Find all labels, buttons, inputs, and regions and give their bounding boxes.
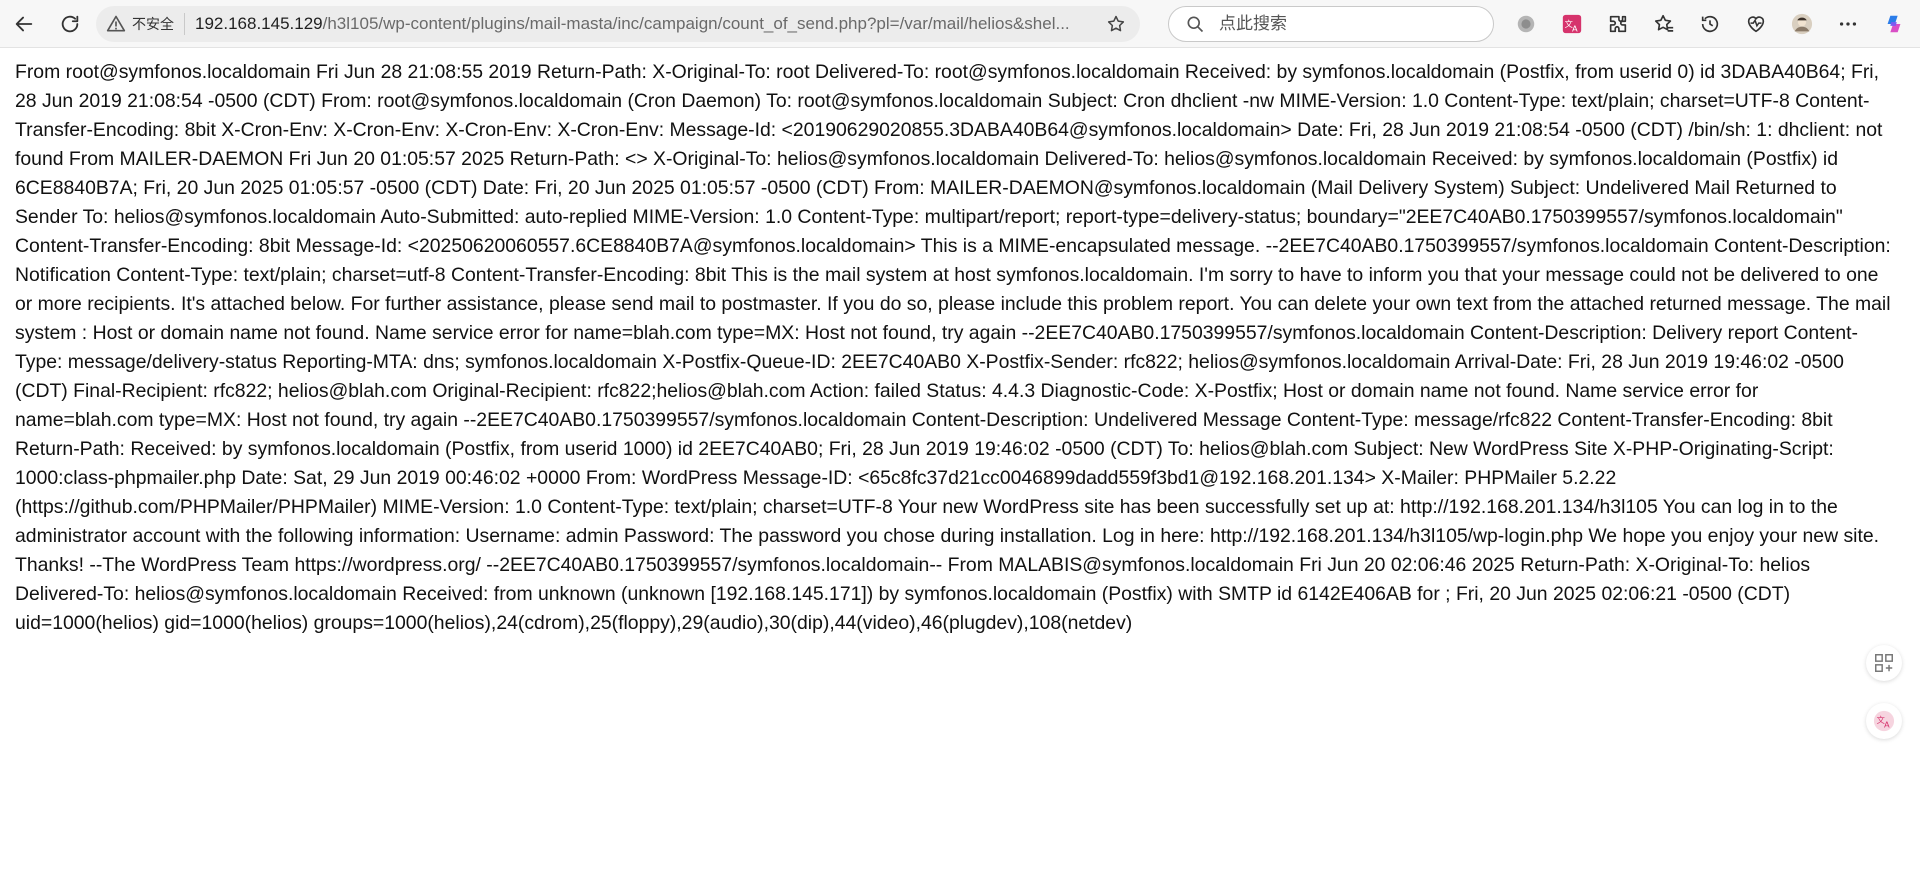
tracking-prevention-button[interactable] — [1510, 7, 1542, 41]
address-bar[interactable]: 不安全 192.168.145.129/h3l105/wp-content/pl… — [96, 6, 1140, 42]
translate-icon: 文A — [1562, 14, 1582, 33]
url-text[interactable]: 192.168.145.129/h3l105/wp-content/plugin… — [195, 14, 1115, 34]
favorite-star-icon[interactable] — [1106, 14, 1126, 34]
floating-side-tools: 文A — [1866, 645, 1902, 739]
reload-button[interactable] — [52, 6, 88, 42]
browser-essentials-icon — [1747, 16, 1765, 33]
svg-text:A: A — [1884, 719, 1890, 729]
add-to-sidebar-button[interactable] — [1866, 645, 1902, 681]
security-label: 不安全 — [132, 16, 174, 32]
translate-float-icon: 文A — [1873, 710, 1895, 732]
favorites-icon — [1654, 14, 1674, 32]
favorites-button[interactable] — [1648, 7, 1680, 41]
tracking-prevention-icon — [1517, 15, 1535, 33]
browser-extension-icons: 文A — [1510, 7, 1910, 41]
add-to-sidebar-icon — [1875, 654, 1893, 672]
back-button[interactable] — [6, 6, 42, 42]
profile-avatar — [1791, 13, 1813, 35]
warning-icon — [106, 15, 126, 32]
search-input[interactable] — [1219, 14, 1459, 34]
url-path: /h3l105/wp-content/plugins/mail-masta/in… — [322, 14, 1070, 33]
more-button[interactable] — [1832, 7, 1864, 41]
site-security-indicator[interactable]: 不安全 — [106, 13, 185, 35]
extensions-icon — [1609, 15, 1627, 33]
back-icon — [15, 16, 33, 31]
history-icon — [1701, 15, 1719, 33]
search-box[interactable] — [1168, 6, 1494, 42]
history-button[interactable] — [1694, 7, 1726, 41]
translate-button[interactable]: 文A — [1556, 7, 1588, 41]
reload-icon — [61, 15, 79, 32]
profile-button[interactable] — [1786, 7, 1818, 41]
url-host: 192.168.145.129 — [195, 14, 323, 33]
extensions-button[interactable] — [1602, 7, 1634, 41]
browser-toolbar: 不安全 192.168.145.129/h3l105/wp-content/pl… — [0, 0, 1920, 48]
svg-text:A: A — [1572, 23, 1578, 33]
copilot-button[interactable] — [1878, 7, 1910, 41]
search-icon — [1187, 16, 1204, 33]
browser-essentials-button[interactable] — [1740, 7, 1772, 41]
copilot-icon — [1887, 15, 1901, 33]
mail-log-text: From root@symfonos.localdomain Fri Jun 2… — [15, 61, 1891, 634]
more-icon — [1839, 22, 1857, 26]
translate-float-button[interactable]: 文A — [1866, 703, 1902, 739]
